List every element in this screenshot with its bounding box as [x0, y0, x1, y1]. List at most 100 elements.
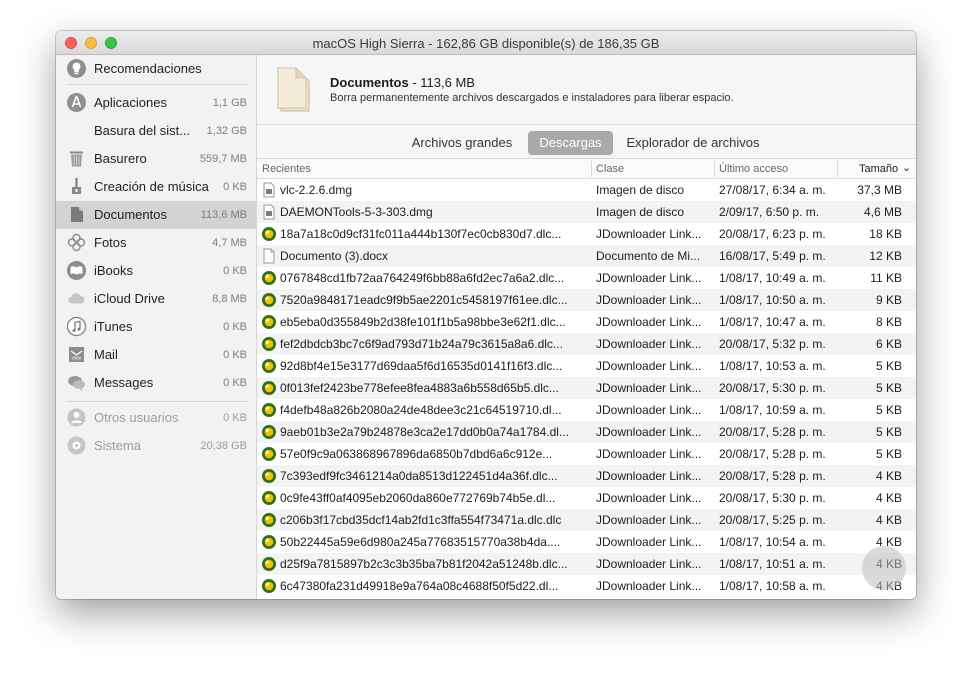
- sidebar-item-size: 4,7 MB: [212, 237, 247, 249]
- column-header-ultimo-acceso[interactable]: Último acceso: [719, 163, 788, 175]
- file-class: JDownloader Link...: [596, 271, 702, 285]
- document-icon: [66, 204, 87, 225]
- file-size: 12 KB: [869, 249, 902, 263]
- category-header: Documentos - 113,6 MB Borra permanenteme…: [257, 55, 916, 125]
- jdownloader-icon: [261, 226, 277, 242]
- sidebar-item-fotos[interactable]: Fotos 4,7 MB: [56, 229, 256, 257]
- file-last-access: 1/08/17, 10:59 a. m.: [719, 403, 826, 417]
- file-class: JDownloader Link...: [596, 513, 702, 527]
- table-row[interactable]: 6c47380fa231d49918e9a764a08c4688f50f5d22…: [257, 575, 916, 597]
- sidebar-item-basura-del-sistema[interactable]: Basura del sist... 1,32 GB: [56, 117, 256, 145]
- file-last-access: 16/08/17, 5:49 p. m.: [719, 249, 826, 263]
- table-row[interactable]: fef2dbdcb3bc7c6f9ad793d71b24a79c3615a8a6…: [257, 333, 916, 355]
- file-class: JDownloader Link...: [596, 227, 702, 241]
- sidebar-item-label: Mail: [94, 347, 118, 362]
- sidebar-item-label: Sistema: [94, 438, 141, 453]
- table-row[interactable]: 7c393edf9fc3461214a0da8513d122451d4a36f.…: [257, 465, 916, 487]
- sidebar-item-otros-usuarios[interactable]: Otros usuarios 0 KB: [56, 404, 256, 432]
- file-size: 5 KB: [875, 425, 902, 439]
- table-row[interactable]: 0c9fe43ff0af4095eb2060da860e772769b74b5e…: [257, 487, 916, 509]
- table-row[interactable]: 50b22445a59e6d980a245a77683515770a38b4da…: [257, 531, 916, 553]
- sidebar-item-recomendaciones[interactable]: Recomendaciones: [56, 55, 256, 83]
- file-name: 9aeb01b3e2a79b24878e3ca2e17dd0b0a74a1784…: [280, 425, 569, 439]
- table-row[interactable]: DAEMONTools-5-3-303.dmg Imagen de disco 2/…: [257, 201, 916, 223]
- sidebar-item-label: Otros usuarios: [94, 410, 179, 425]
- dmg-file-icon: [261, 204, 277, 220]
- table-row[interactable]: 18a7a18c0d9cf31fc011a444b130f7ec0cb830d7…: [257, 223, 916, 245]
- jdownloader-icon: [261, 336, 277, 352]
- table-header: Recientes Clase Último acceso Tamaño ⌄: [257, 159, 916, 179]
- file-name: 0f013fef2423be778efee8fea4883a6b558d65b5…: [280, 381, 559, 395]
- file-size: 37,3 MB: [857, 183, 902, 197]
- column-divider[interactable]: [837, 161, 838, 177]
- table-row[interactable]: 7520a9848171eadc9f9b5ae2201c5458197f61ee…: [257, 289, 916, 311]
- sidebar-item-documentos[interactable]: Documentos 113,6 MB: [56, 201, 256, 229]
- jdownloader-icon: [261, 424, 277, 440]
- jdownloader-icon: [261, 292, 277, 308]
- file-name: Documento (3).docx: [280, 249, 389, 263]
- file-name: eb5eba0d355849b2d38fe101f1b5a98bbe3e62f1…: [280, 315, 566, 329]
- tab-descargas[interactable]: Descargas: [528, 131, 613, 155]
- sidebar-item-creacion-de-musica[interactable]: Creación de música 0 KB: [56, 173, 256, 201]
- sidebar-item-icloud-drive[interactable]: iCloud Drive 8,8 MB: [56, 285, 256, 313]
- file-class: JDownloader Link...: [596, 469, 702, 483]
- tab-archivos-grandes[interactable]: Archivos grandes: [400, 131, 524, 155]
- table-row[interactable]: eb5eba0d355849b2d38fe101f1b5a98bbe3e62f1…: [257, 311, 916, 333]
- file-class: JDownloader Link...: [596, 315, 702, 329]
- sidebar-item-basurero[interactable]: Basurero 559,7 MB: [56, 145, 256, 173]
- file-last-access: 1/08/17, 10:54 a. m.: [719, 535, 826, 549]
- title-bar[interactable]: macOS High Sierra - 162,86 GB disponible…: [56, 31, 916, 55]
- column-header-tamano[interactable]: Tamaño: [859, 163, 898, 175]
- table-row[interactable]: 57e0f9c9a063868967896da6850b7dbd6a6c912e…: [257, 443, 916, 465]
- app-store-icon: [66, 92, 87, 113]
- table-row[interactable]: Documento (3).docx Documento de Mi... 16/0…: [257, 245, 916, 267]
- file-size: 8 KB: [875, 315, 902, 329]
- file-name: 0767848cd1fb72aa764249f6bb88a6fd2ec7a6a2…: [280, 271, 565, 285]
- table-row[interactable]: 0f013fef2423be778efee8fea4883a6b558d65b5…: [257, 377, 916, 399]
- jdownloader-icon: [261, 314, 277, 330]
- storage-management-window: macOS High Sierra - 162,86 GB disponible…: [56, 31, 916, 599]
- jdownloader-icon: [261, 380, 277, 396]
- lightbulb-icon: [66, 58, 87, 79]
- category-size: - 113,6 MB: [408, 75, 475, 90]
- category-description: Borra permanentemente archivos descargad…: [330, 92, 734, 104]
- table-row[interactable]: 0767848cd1fb72aa764249f6bb88a6fd2ec7a6a2…: [257, 267, 916, 289]
- sidebar-item-itunes[interactable]: iTunes 0 KB: [56, 313, 256, 341]
- column-divider[interactable]: [591, 161, 592, 177]
- column-divider[interactable]: [714, 161, 715, 177]
- photos-icon: [66, 232, 87, 253]
- sidebar-item-aplicaciones[interactable]: Aplicaciones 1,1 GB: [56, 89, 256, 117]
- file-size: 11 KB: [870, 271, 902, 285]
- file-class: JDownloader Link...: [596, 403, 702, 417]
- column-header-clase[interactable]: Clase: [596, 163, 624, 175]
- sidebar-item-mail[interactable]: Mail 0 KB: [56, 341, 256, 369]
- table-row[interactable]: d25f9a7815897b2c3c3b35ba7b81f2042a51248b…: [257, 553, 916, 575]
- file-size: 5 KB: [875, 359, 902, 373]
- table-row[interactable]: vlc-2.2.6.dmg Imagen de disco 27/08/17, 6:…: [257, 179, 916, 201]
- file-name: 18a7a18c0d9cf31fc011a444b130f7ec0cb830d7…: [280, 227, 562, 241]
- jdownloader-icon: [261, 490, 277, 506]
- table-row[interactable]: 9aeb01b3e2a79b24878e3ca2e17dd0b0a74a1784…: [257, 421, 916, 443]
- sort-descending-icon[interactable]: ⌄: [902, 161, 911, 174]
- table-row[interactable]: f4defb48a826b2080a24de48dee3c21c64519710…: [257, 399, 916, 421]
- column-header-recientes[interactable]: Recientes: [262, 163, 311, 175]
- file-last-access: 1/08/17, 10:47 a. m.: [719, 315, 826, 329]
- sidebar-item-label: Aplicaciones: [94, 95, 167, 110]
- file-last-access: 20/08/17, 5:25 p. m.: [719, 513, 826, 527]
- file-last-access: 2/09/17, 6:50 p. m.: [719, 205, 820, 219]
- file-name: 7c393edf9fc3461214a0da8513d122451d4a36f.…: [280, 469, 558, 483]
- guitar-icon: [66, 176, 87, 197]
- tab-explorador-de-archivos[interactable]: Explorador de archivos: [618, 131, 768, 155]
- file-class: JDownloader Link...: [596, 579, 702, 593]
- file-class: JDownloader Link...: [596, 293, 702, 307]
- music-note-icon: [66, 316, 87, 337]
- sidebar-item-messages[interactable]: Messages 0 KB: [56, 369, 256, 397]
- sidebar-item-sistema[interactable]: Sistema 20,38 GB: [56, 432, 256, 460]
- file-name: DAEMONTools-5-3-303.dmg: [280, 205, 433, 219]
- sidebar-divider: [66, 401, 248, 402]
- sidebar-item-ibooks[interactable]: iBooks 0 KB: [56, 257, 256, 285]
- table-row[interactable]: c206b3f17cbd35dcf14ab2fd1c3ffa554f73471a…: [257, 509, 916, 531]
- table-row[interactable]: 92d8bf4e15e3177d69daa5f6d16535d0141f16f3…: [257, 355, 916, 377]
- main-panel: Documentos - 113,6 MB Borra permanenteme…: [257, 55, 916, 599]
- file-class: Documento de Mi...: [596, 249, 701, 263]
